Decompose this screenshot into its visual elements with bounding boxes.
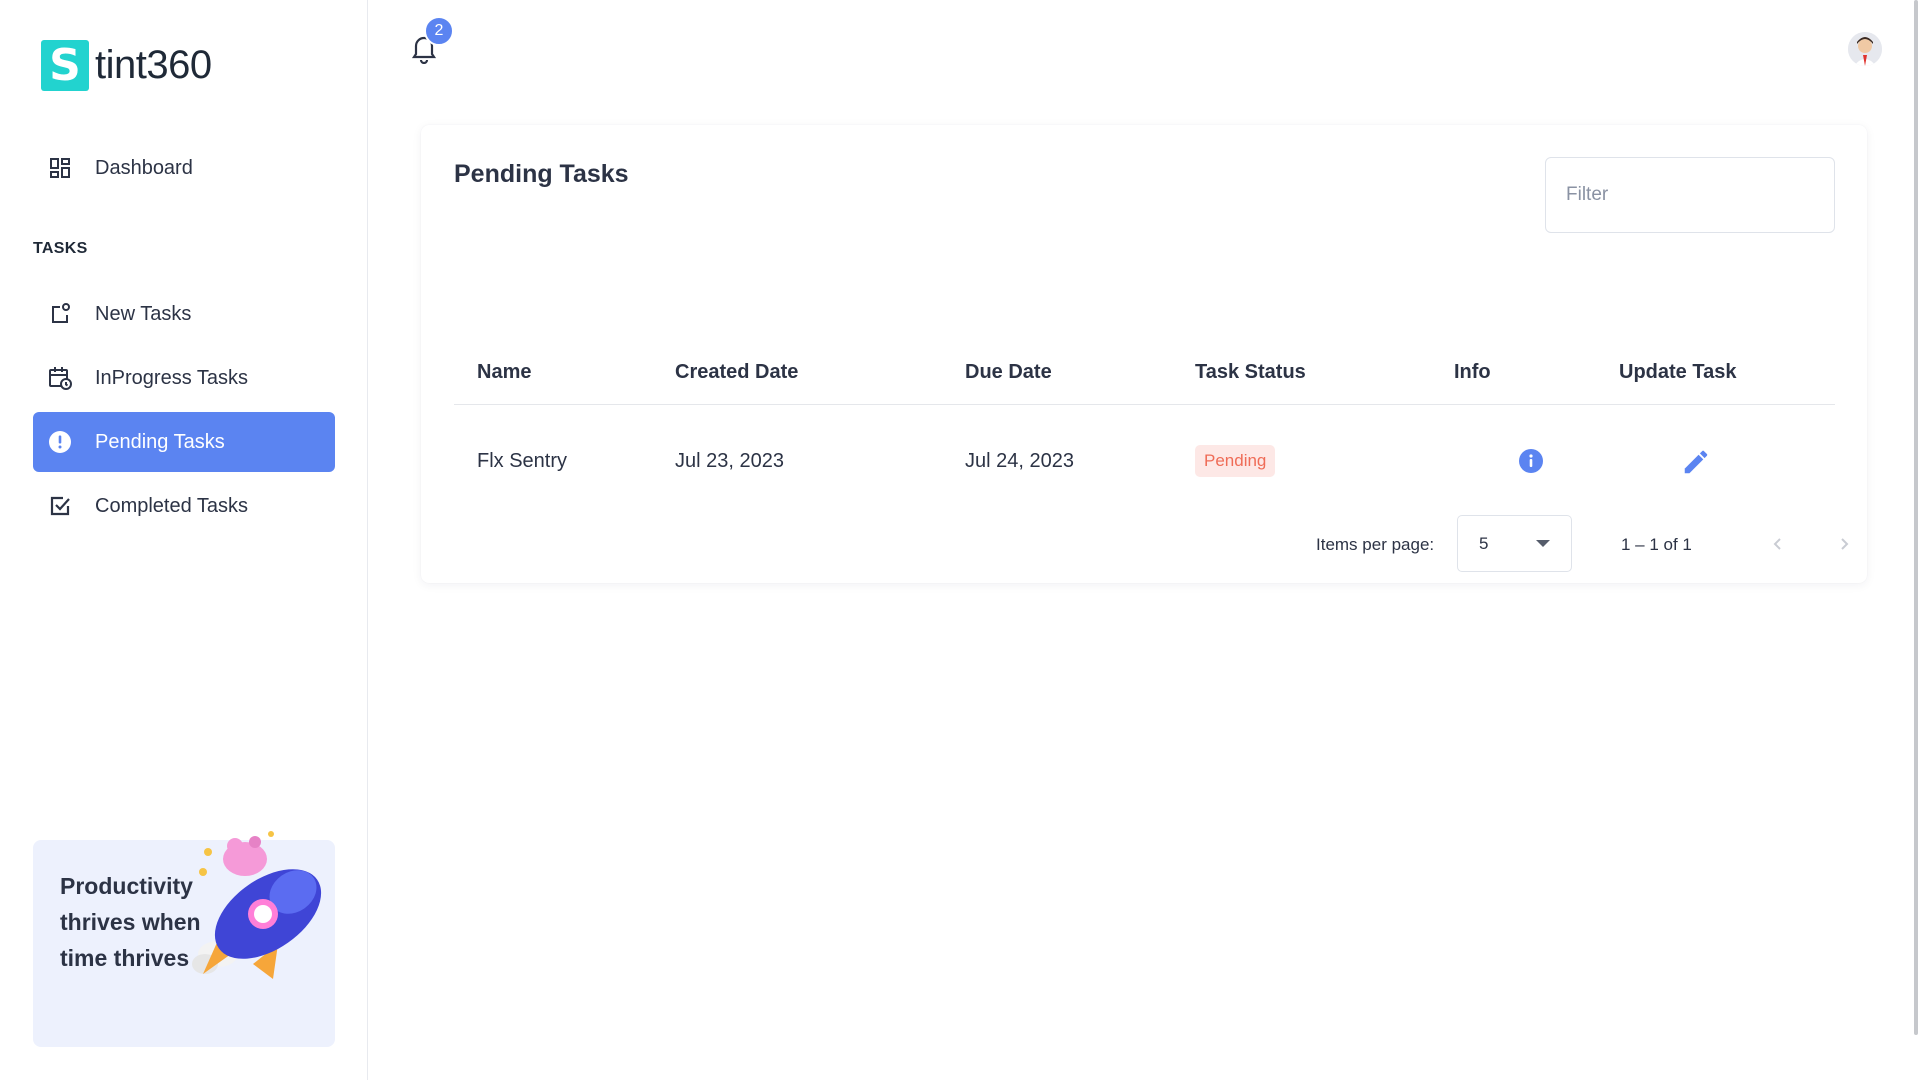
- column-header-task-status[interactable]: Task Status: [1195, 361, 1306, 384]
- new-task-icon: [47, 301, 73, 327]
- column-header-info: Info: [1454, 361, 1491, 383]
- avatar-image-icon: [1848, 32, 1882, 66]
- calendar-clock-icon: [47, 365, 73, 391]
- chevron-down-icon: [1536, 540, 1550, 547]
- page-title: Pending Tasks: [454, 160, 629, 188]
- items-per-page-label: Items per page:: [1316, 535, 1435, 554]
- alert-circle-icon: [47, 429, 73, 455]
- sidebar-item-inprogress-tasks[interactable]: InProgress Tasks: [33, 348, 335, 408]
- chevron-right-icon: [1841, 538, 1849, 550]
- items-per-page-value: 5: [1479, 534, 1489, 553]
- cell-due-date: Jul 24, 2023: [965, 450, 1074, 472]
- column-header-due-date[interactable]: Due Date: [965, 361, 1052, 384]
- paginator: Items per page: 5 1 – 1 of 1: [421, 515, 1867, 575]
- promo-card: Productivity thrives when time thrives: [33, 831, 335, 1047]
- notification-badge: 2: [424, 16, 454, 46]
- app-root: S tint360 Dashboard TASKS New Tasks InPr…: [0, 0, 1920, 1080]
- status-badge: Pending: [1195, 445, 1276, 477]
- sidebar-item-label: New Tasks: [95, 302, 192, 325]
- sidebar-item-label: Dashboard: [95, 156, 193, 179]
- sidebar-item-label: Pending Tasks: [95, 430, 225, 453]
- sidebar-item-dashboard[interactable]: Dashboard: [33, 138, 335, 198]
- next-page-button[interactable]: [1827, 527, 1861, 561]
- column-header-name[interactable]: Name: [477, 361, 531, 384]
- dashboard-grid-icon: [47, 155, 73, 181]
- filter-input[interactable]: [1545, 157, 1835, 233]
- column-header-update-task: Update Task: [1619, 361, 1737, 383]
- scrollbar-thumb[interactable]: [1914, 0, 1918, 1035]
- table-row: Flx Sentry Jul 23, 2023 Jul 24, 2023 Pen…: [454, 405, 1835, 515]
- rocket-illustration-icon: [192, 831, 322, 979]
- sidebar-item-new-tasks[interactable]: New Tasks: [33, 284, 335, 344]
- cell-name: Flx Sentry: [477, 450, 568, 472]
- sidebar-item-pending-tasks[interactable]: Pending Tasks: [33, 412, 335, 472]
- cell-created-date: Jul 23, 2023: [675, 450, 784, 472]
- column-header-created-date[interactable]: Created Date: [675, 361, 798, 384]
- table-header-row: Name Created Date Due Date Task Status I…: [454, 335, 1835, 405]
- chevron-left-icon: [1773, 538, 1781, 550]
- logo-text: tint360: [95, 43, 212, 87]
- pending-tasks-card: Pending Tasks Name Created Date Due Date…: [421, 125, 1867, 583]
- sidebar: S tint360 Dashboard TASKS New Tasks InPr…: [0, 0, 368, 1080]
- section-label-tasks: TASKS: [33, 240, 88, 257]
- previous-page-button[interactable]: [1761, 527, 1795, 561]
- check-square-icon: [47, 493, 73, 519]
- sidebar-item-completed-tasks[interactable]: Completed Tasks: [33, 476, 335, 536]
- user-avatar[interactable]: [1848, 32, 1882, 66]
- page-scrollbar[interactable]: [1912, 0, 1920, 1035]
- edit-pencil-icon[interactable]: [1681, 447, 1711, 477]
- sidebar-item-label: Completed Tasks: [95, 494, 249, 517]
- items-per-page-select[interactable]: 5: [1457, 515, 1572, 572]
- page-range-label: 1 – 1 of 1: [1621, 535, 1692, 554]
- logo-mark-icon: S: [41, 40, 89, 91]
- info-icon[interactable]: [1517, 447, 1545, 475]
- logo[interactable]: S tint360: [41, 40, 212, 91]
- sidebar-item-label: InProgress Tasks: [95, 366, 249, 389]
